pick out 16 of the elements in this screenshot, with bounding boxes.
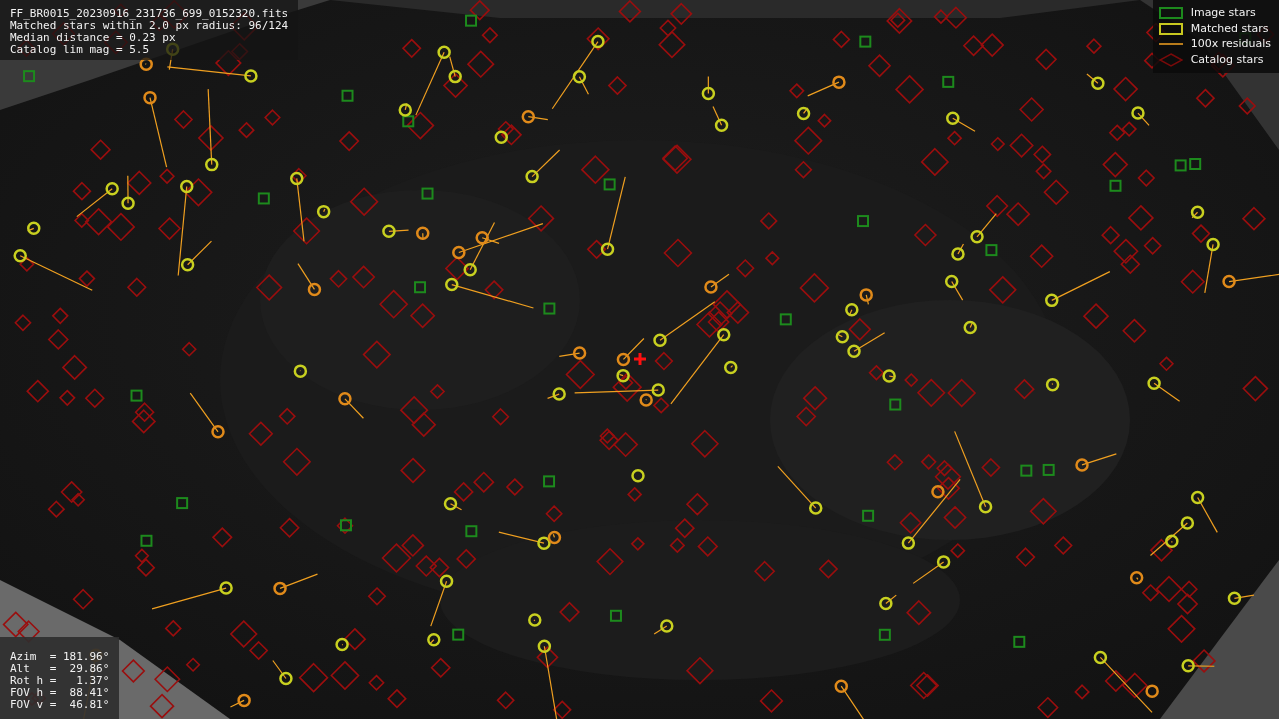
residual-line-icon <box>1158 42 1183 47</box>
pointing-line: Azim = 181.96° <box>10 651 110 663</box>
legend-label: Catalog stars <box>1190 52 1264 67</box>
legend-label: Image stars <box>1190 6 1256 21</box>
pointing-line: Rot h = 1.37° <box>10 675 110 687</box>
legend-label: 100x residuals <box>1190 37 1271 52</box>
info-line: FF_BR0015_20230916_231736_699_0152320.fits <box>10 8 289 20</box>
info-line: Catalog lim mag = 5.5 <box>10 44 151 56</box>
info-line: Median distance = 0.23 px <box>10 32 177 44</box>
pointing-line: FOV v = 46.81° <box>10 699 110 711</box>
diamond-icon <box>1158 52 1183 67</box>
pointing-line: FOV h = 88.41° <box>10 687 110 699</box>
legend-label: Matched stars <box>1190 21 1269 36</box>
info-line: Matched stars within 2.0 px radius: 96/124 <box>10 20 289 32</box>
crosshair-icon <box>632 351 648 367</box>
pointing-line: Alt = 29.86° <box>10 663 110 675</box>
